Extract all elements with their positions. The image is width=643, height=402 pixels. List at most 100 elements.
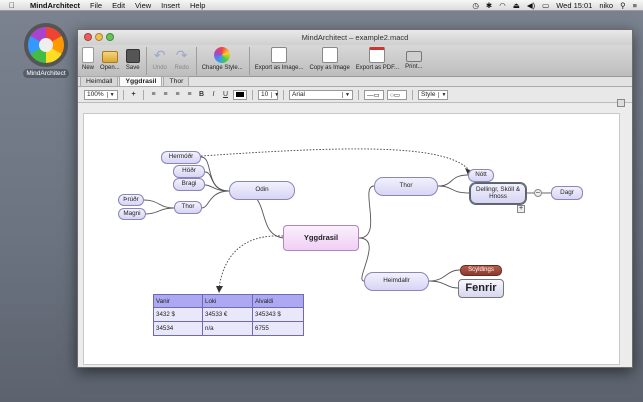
save-button[interactable]: Save bbox=[125, 47, 140, 71]
mindmap-root-yggdrasil[interactable]: Yggdrasil bbox=[283, 225, 359, 251]
edge-heimdallr-fenrir bbox=[428, 280, 459, 289]
node-dagr[interactable]: Dagr bbox=[551, 186, 583, 200]
edge-odin-bragi bbox=[204, 184, 230, 192]
zoom-button[interactable] bbox=[106, 33, 114, 41]
table-header-cell[interactable]: Alvaldi bbox=[252, 294, 304, 308]
italic-icon[interactable]: I bbox=[209, 90, 218, 100]
eject-icon[interactable]: ⏏ bbox=[513, 1, 520, 10]
format-bar: 100% ▼ + ≡ ≡ ≡ ≡ B I U 10 ▼ Arial ▼ —▭ ○▭ S… bbox=[78, 87, 632, 103]
table-cell[interactable]: 34533 € bbox=[202, 307, 253, 322]
change-style-button[interactable]: Change Style... bbox=[202, 47, 243, 71]
edge-thor-dellingr bbox=[437, 185, 471, 194]
node-thrudr[interactable]: Þrúðr bbox=[118, 194, 144, 206]
bluetooth-icon[interactable]: ✱ bbox=[486, 1, 492, 10]
shape-style-select[interactable]: ○▭ bbox=[387, 89, 407, 100]
menu-app-name[interactable]: MindArchitect bbox=[30, 1, 80, 10]
battery-icon[interactable]: ▭ bbox=[542, 1, 549, 10]
new-document-icon bbox=[82, 47, 94, 63]
table-cell[interactable]: 3432 $ bbox=[153, 307, 203, 322]
tab-yggdrasil[interactable]: Yggdrasil bbox=[119, 76, 163, 86]
table-cell[interactable]: 345343 $ bbox=[252, 307, 304, 322]
edge-root-thor-right bbox=[358, 185, 375, 239]
table-header-cell[interactable]: Vanir bbox=[153, 294, 203, 308]
node-nott[interactable]: Nótt bbox=[468, 169, 494, 182]
open-button[interactable]: Open... bbox=[100, 47, 120, 71]
pdf-icon bbox=[369, 47, 386, 63]
window-title: MindArchitect – example2.macd bbox=[301, 33, 409, 42]
minimize-button[interactable] bbox=[95, 33, 103, 41]
table-header-cell[interactable]: Loki bbox=[202, 294, 253, 308]
table-cell[interactable]: n/a bbox=[202, 321, 253, 336]
inspector-toggle-icon[interactable] bbox=[617, 99, 625, 107]
desktop-app-icon[interactable]: MindArchitect bbox=[22, 27, 70, 78]
add-node-icon[interactable]: + bbox=[129, 90, 138, 100]
node-hermodr[interactable]: Hermóðr bbox=[161, 151, 201, 164]
node-bragi[interactable]: Bragi bbox=[173, 178, 205, 191]
redo-button[interactable]: ↷ Redo bbox=[174, 47, 190, 71]
volume-icon[interactable]: ◀) bbox=[527, 1, 535, 10]
spotlight-icon[interactable]: ⚲ bbox=[620, 1, 626, 10]
node-thor-right[interactable]: Thor bbox=[374, 177, 438, 196]
export-pdf-button[interactable]: Export as PDF... bbox=[356, 47, 399, 71]
time-machine-icon[interactable]: ◷ bbox=[472, 1, 479, 10]
line-style-select[interactable]: —▭ bbox=[364, 89, 384, 100]
table-row: 3432 $ 34533 € 345343 $ bbox=[153, 307, 304, 322]
text-color-well[interactable] bbox=[233, 89, 247, 100]
edge-odin-thor bbox=[201, 190, 230, 209]
node-scyldings[interactable]: Scyldings bbox=[460, 265, 502, 276]
menu-view[interactable]: View bbox=[135, 1, 151, 10]
tab-thor[interactable]: Thor bbox=[163, 76, 190, 86]
node-fenrir[interactable]: Fenrir bbox=[458, 279, 504, 298]
align-center-icon[interactable]: ≡ bbox=[161, 90, 170, 100]
add-child-icon[interactable]: + bbox=[517, 205, 525, 213]
format-separator bbox=[358, 89, 359, 100]
font-size-select[interactable]: 10 ▼ bbox=[258, 89, 279, 100]
zoom-select[interactable]: 100% ▼ bbox=[84, 89, 118, 100]
align-right-icon[interactable]: ≡ bbox=[173, 90, 182, 100]
node-odin[interactable]: Odin bbox=[229, 181, 295, 200]
mindmap-table[interactable]: Vanir Loki Alvaldi 3432 $ 34533 € 345343… bbox=[153, 294, 304, 336]
node-thor-left[interactable]: Thor bbox=[174, 201, 202, 214]
mindmap-canvas[interactable]: Yggdrasil Odin Hermóðr Höðr Bragi Thor Þ… bbox=[83, 113, 620, 365]
node-hodr[interactable]: Höðr bbox=[173, 165, 205, 178]
app-window: MindArchitect – example2.macd New Open..… bbox=[77, 29, 633, 368]
window-titlebar[interactable]: MindArchitect – example2.macd bbox=[78, 30, 632, 45]
collapse-branch-icon[interactable]: – bbox=[534, 189, 542, 197]
menu-bar:  MindArchitect File Edit View Insert He… bbox=[0, 0, 643, 11]
style-select[interactable]: Style ▼ bbox=[418, 89, 448, 100]
format-separator bbox=[252, 89, 253, 100]
menu-edit[interactable]: Edit bbox=[112, 1, 125, 10]
apple-menu-icon[interactable]:  bbox=[9, 1, 19, 10]
menu-insert[interactable]: Insert bbox=[161, 1, 180, 10]
table-cell[interactable]: 6755 bbox=[252, 321, 304, 336]
list-icon[interactable]: ≡ bbox=[633, 1, 637, 10]
node-heimdallr[interactable]: Heimdallr bbox=[364, 272, 429, 291]
node-magni[interactable]: Magni bbox=[118, 208, 146, 220]
tab-heimdall[interactable]: Heimdall bbox=[80, 76, 119, 86]
wifi-icon[interactable]: ◠ bbox=[499, 1, 506, 10]
node-dellingr[interactable]: Dellingr, Sköll & Hnoss bbox=[470, 183, 526, 204]
toolbar: New Open... Save ↶ Undo ↷ Redo Change St… bbox=[78, 45, 632, 77]
format-separator bbox=[412, 89, 413, 100]
menu-file[interactable]: File bbox=[90, 1, 102, 10]
underline-icon[interactable]: U bbox=[221, 90, 230, 100]
menu-help[interactable]: Help bbox=[190, 1, 205, 10]
edge-odin-hodr bbox=[204, 171, 230, 192]
align-justify-icon[interactable]: ≡ bbox=[185, 90, 194, 100]
close-button[interactable] bbox=[84, 33, 92, 41]
export-image-button[interactable]: Export as Image... bbox=[255, 47, 303, 71]
undo-button[interactable]: ↶ Undo bbox=[152, 47, 168, 71]
chevron-down-icon: ▼ bbox=[438, 91, 446, 98]
chevron-down-icon: ▼ bbox=[106, 91, 115, 98]
toolbar-separator bbox=[195, 47, 197, 75]
new-button[interactable]: New bbox=[82, 47, 94, 71]
copy-image-button[interactable]: Copy as Image bbox=[309, 47, 350, 71]
print-button[interactable]: Print... bbox=[405, 47, 423, 70]
bold-icon[interactable]: B bbox=[197, 90, 206, 100]
align-left-icon[interactable]: ≡ bbox=[149, 90, 158, 100]
table-cell[interactable]: 34534 bbox=[153, 321, 203, 336]
user-name[interactable]: niko bbox=[599, 1, 613, 10]
clock[interactable]: Wed 15:01 bbox=[556, 1, 592, 10]
edge-heimdallr-scyldings bbox=[428, 269, 461, 282]
font-select[interactable]: Arial ▼ bbox=[289, 89, 353, 100]
